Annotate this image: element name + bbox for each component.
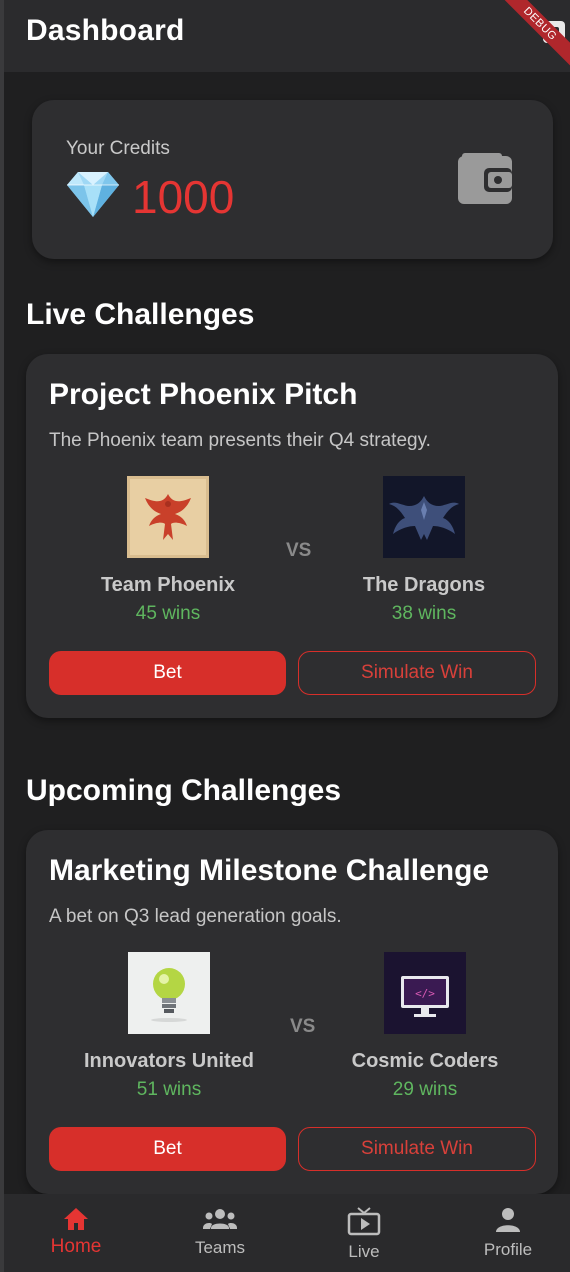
challenge-title: Marketing Milestone Challenge: [49, 854, 490, 887]
upcoming-challenge-card: Marketing Milestone Challenge A bet on Q…: [26, 830, 558, 1194]
person-icon: [496, 1208, 520, 1232]
nav-item-label: Live: [348, 1242, 380, 1261]
upcoming-challenges-heading: Upcoming Challenges: [26, 774, 342, 807]
team-b-wins: 29 wins: [392, 1079, 458, 1100]
cosmic-coders-logo: </>: [384, 952, 466, 1034]
wallet-icon[interactable]: [456, 152, 514, 206]
team-b[interactable]: The Dragons 38 wins: [324, 476, 524, 625]
versus-label: VS: [290, 1016, 316, 1037]
svg-text:</>: </>: [415, 987, 435, 1000]
team-a-wins: 51 wins: [136, 1079, 202, 1100]
window-edge: [0, 0, 4, 1272]
nav-item-label: Home: [50, 1236, 102, 1257]
challenge-description: A bet on Q3 lead generation goals.: [49, 906, 342, 927]
live-challenge-card: Project Phoenix Pitch The Phoenix team p…: [26, 354, 558, 718]
bet-button[interactable]: Bet: [49, 651, 286, 695]
the-dragons-logo: [383, 476, 465, 558]
team-b[interactable]: </> Cosmic Coders 29 wins: [325, 952, 525, 1101]
team-a-name: Innovators United: [83, 1050, 254, 1072]
nav-item-label: Teams: [194, 1238, 246, 1257]
team-b-name: The Dragons: [362, 574, 486, 596]
nav-item-teams[interactable]: Teams: [160, 1206, 280, 1258]
live-challenges-heading: Live Challenges: [26, 298, 255, 331]
team-a-wins: 45 wins: [135, 603, 201, 624]
innovators-united-logo: [128, 952, 210, 1034]
team-a[interactable]: Team Phoenix 45 wins: [68, 476, 268, 625]
nav-item-live[interactable]: Live: [304, 1206, 424, 1262]
simulate-win-button[interactable]: Simulate Win: [298, 1127, 536, 1171]
groups-icon: [203, 1209, 237, 1229]
nav-item-home[interactable]: Home: [16, 1206, 136, 1258]
nav-item-label: Profile: [483, 1240, 533, 1259]
team-phoenix-logo: [127, 476, 209, 558]
diamond-icon: [67, 172, 119, 217]
nav-item-profile[interactable]: Profile: [448, 1206, 568, 1260]
simulate-win-button[interactable]: Simulate Win: [298, 651, 536, 695]
team-b-wins: 38 wins: [391, 603, 457, 624]
page-title: Dashboard: [26, 14, 185, 47]
team-a[interactable]: Innovators United 51 wins: [69, 952, 269, 1101]
versus-label: VS: [286, 540, 312, 561]
app-bar: Dashboard: [4, 0, 570, 72]
bottom-navigation: Home Teams Live Profile: [4, 1194, 570, 1272]
challenge-description: The Phoenix team presents their Q4 strat…: [49, 430, 431, 451]
credits-card: Your Credits 1000: [32, 100, 553, 259]
credits-label: Your Credits: [66, 138, 170, 159]
team-a-name: Team Phoenix: [100, 574, 236, 596]
bet-button[interactable]: Bet: [49, 1127, 286, 1171]
challenge-title: Project Phoenix Pitch: [49, 378, 358, 411]
app-bar-action-icon[interactable]: [540, 18, 568, 46]
live-tv-icon: [347, 1207, 381, 1236]
credits-value: 1000: [132, 171, 235, 223]
team-b-name: Cosmic Coders: [351, 1050, 499, 1072]
home-icon: [64, 1208, 88, 1230]
